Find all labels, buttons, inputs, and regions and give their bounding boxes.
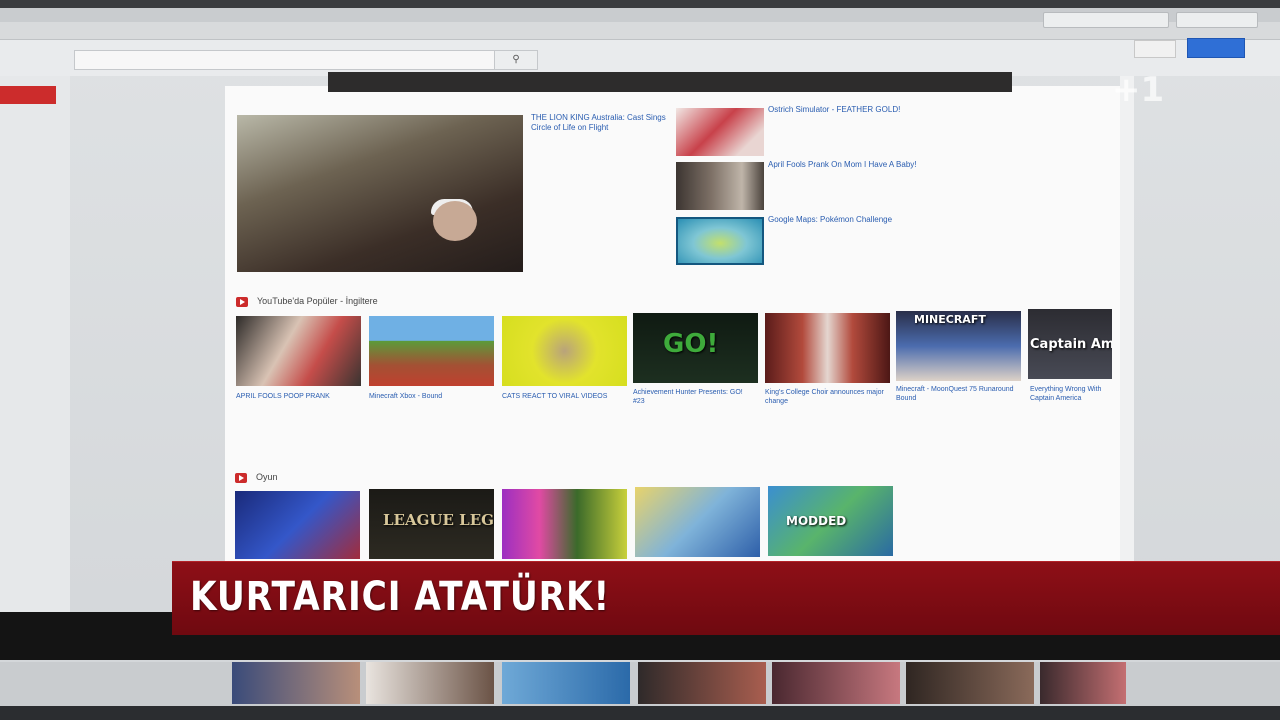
side-video-title[interactable]: Ostrich Simulator - FEATHER GOLD! [768,105,900,114]
video-title[interactable]: CATS REACT TO VIRAL VIDEOS [502,392,624,401]
top-banner-strip [328,72,1012,92]
video-thumbnail[interactable] [232,662,360,704]
side-video-title[interactable]: April Fools Prank On Mom I Have A Baby! [768,160,917,169]
video-thumbnail[interactable] [772,662,900,704]
channel-logo: +1 [1112,70,1165,110]
video-thumbnail[interactable] [235,491,360,559]
search-input[interactable] [74,50,496,70]
video-thumbnail[interactable] [502,662,630,704]
video-thumbnail[interactable] [638,662,766,704]
video-thumbnail[interactable] [366,662,494,704]
content-gutter [1120,76,1134,636]
info-bar-button-2[interactable] [1176,12,1258,28]
guide-sidebar [0,76,70,636]
video-thumbnail[interactable] [765,313,890,383]
video-thumbnail[interactable]: LEAGUE LEGENDS [369,489,494,559]
video-thumbnail[interactable] [635,487,760,557]
featured-video-thumbnail[interactable] [237,115,523,272]
thumbnail-overlay-text: MINECRAFT [914,313,986,326]
side-video-thumbnail[interactable] [676,108,764,156]
section-title-popular[interactable]: YouTube'da Popüler - İngiltere [257,296,378,306]
side-video-title[interactable]: Google Maps: Pokémon Challenge [768,215,892,224]
video-thumbnail[interactable] [906,662,1034,704]
video-title[interactable]: Achievement Hunter Presents: GO! #23 [633,388,755,406]
side-video-thumbnail[interactable] [676,217,764,265]
tv-frame: ⚲ THE LION KING Australia: Cast Sings Ci… [0,0,1280,720]
video-thumbnail[interactable] [502,316,627,386]
signin-button[interactable] [1134,40,1176,58]
thumbnail-overlay-text: Captain Am [1030,337,1112,352]
video-thumbnail[interactable]: GO! [633,313,758,383]
video-title[interactable]: Minecraft - MoonQuest 75 Runaround Bound [896,385,1018,403]
featured-video-title[interactable]: THE LION KING Australia: Cast Sings Circ… [531,113,671,133]
search-icon: ⚲ [512,54,520,65]
taskbar [0,706,1280,720]
video-title[interactable]: King's College Choir announces major cha… [765,388,887,406]
upload-button[interactable] [1187,38,1245,58]
video-thumbnail[interactable]: Captain Am [1028,309,1112,379]
video-thumbnail[interactable] [502,489,627,559]
browser-titlebar [0,0,1280,8]
guide-item-active[interactable] [0,86,56,104]
video-title[interactable]: APRIL FOOLS POOP PRANK [236,392,358,401]
thumbnail-overlay-text: LEAGUE LEGENDS [383,511,494,529]
youtube-play-icon [236,297,248,307]
video-title[interactable]: Minecraft Xbox - Bound [369,392,491,401]
thumbnail-overlay-text: MODDED [786,514,847,528]
side-video-thumbnail[interactable] [676,162,764,210]
video-thumbnail[interactable]: MODDED [768,486,893,556]
youtube-play-icon [235,473,247,483]
video-thumbnail[interactable]: MINECRAFT [896,311,1021,381]
search-button[interactable]: ⚲ [494,50,538,70]
video-thumbnail[interactable] [236,316,361,386]
video-thumbnail[interactable] [369,316,494,386]
video-title[interactable]: Everything Wrong With Captain America [1030,385,1114,403]
section-title-gaming[interactable]: Oyun [256,472,278,482]
video-thumbnail[interactable] [1040,662,1126,704]
news-headline: KURTARICI ATATÜRK! [190,574,611,620]
info-bar-button-1[interactable] [1043,12,1169,28]
thumbnail-detail [433,201,477,241]
thumbnail-overlay-text: GO! [663,329,719,359]
